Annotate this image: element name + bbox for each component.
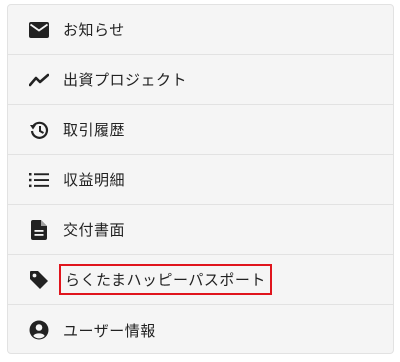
- menu-item-label: 出資プロジェクト: [63, 71, 188, 89]
- menu-item-notices[interactable]: お知らせ: [8, 5, 393, 55]
- menu-item-projects[interactable]: 出資プロジェクト: [8, 55, 393, 105]
- menu-item-earnings-statement[interactable]: 収益明細: [8, 155, 393, 205]
- menu-item-happy-passport[interactable]: らくたまハッピーパスポート: [8, 255, 393, 305]
- account-icon: [29, 320, 49, 340]
- menu-item-label: ユーザー情報: [63, 321, 156, 340]
- menu-item-transaction-history[interactable]: 取引履歴: [8, 105, 393, 155]
- menu-item-label: らくたまハッピーパスポート: [59, 264, 272, 295]
- menu-item-label: 交付書面: [63, 221, 126, 239]
- mail-icon: [29, 20, 49, 40]
- tag-icon: [29, 270, 49, 290]
- account-menu: お知らせ 出資プロジェクト 取引履歴 収益明細 交付書面 らくたまハッピーパスポ…: [7, 4, 394, 354]
- menu-item-issued-documents[interactable]: 交付書面: [8, 205, 393, 255]
- menu-item-label: 取引履歴: [63, 121, 126, 139]
- menu-item-label: お知らせ: [63, 21, 125, 39]
- list-icon: [29, 170, 49, 190]
- menu-item-label: 収益明細: [63, 171, 126, 189]
- document-icon: [29, 219, 49, 240]
- menu-item-user-info[interactable]: ユーザー情報: [8, 305, 393, 355]
- history-icon: [29, 120, 49, 140]
- trending-icon: [29, 70, 49, 90]
